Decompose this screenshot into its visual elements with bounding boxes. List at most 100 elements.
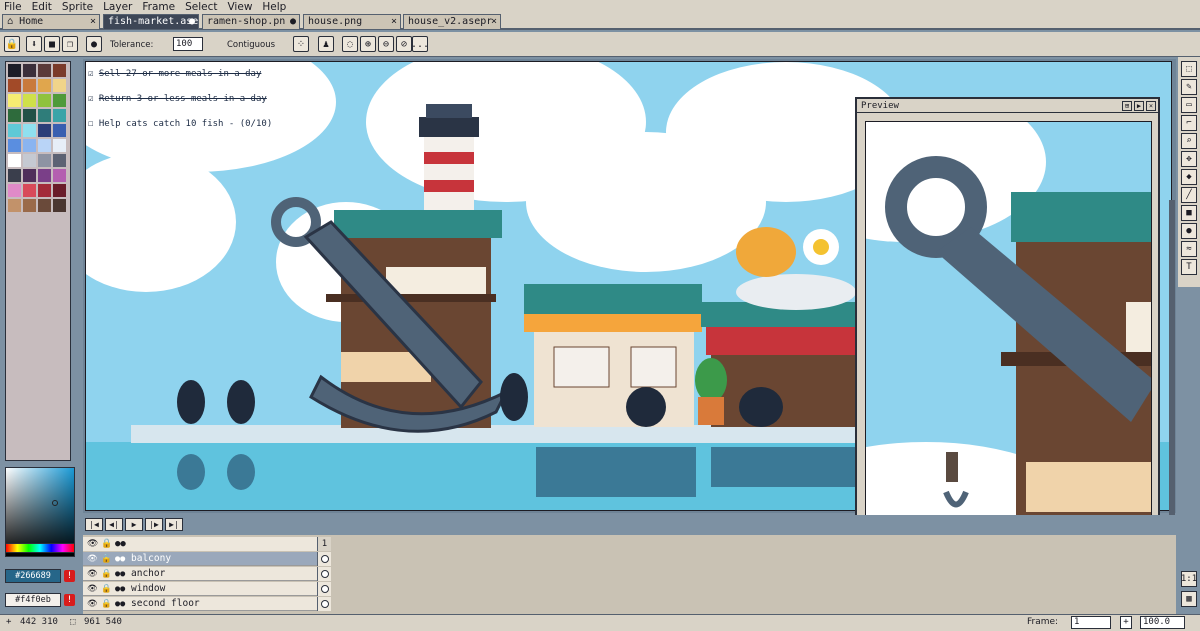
menu-sprite[interactable]: Sprite xyxy=(62,1,93,13)
zoom-icon[interactable]: ⌕ xyxy=(1181,133,1197,149)
lock-icon[interactable]: 🔒 xyxy=(101,567,112,581)
layer-row[interactable]: 👁 🔒 ●● second floor xyxy=(83,597,331,611)
palette-swatch[interactable] xyxy=(53,109,66,122)
next-frame-button[interactable]: |▶ xyxy=(145,518,163,531)
palette-swatch[interactable] xyxy=(53,154,66,167)
tab-house[interactable]: house.png × xyxy=(303,14,401,29)
continuous-icon[interactable]: ●● xyxy=(115,597,125,611)
palette-swatch[interactable] xyxy=(8,79,21,92)
tab-house-v2[interactable]: house_v2.asepr × xyxy=(403,14,501,29)
select-intersect-icon[interactable]: ⊘ xyxy=(396,36,412,52)
preview-center-icon[interactable]: ⊞ xyxy=(1122,101,1132,111)
modified-dot-icon[interactable]: ● xyxy=(290,15,296,28)
palette-swatch[interactable] xyxy=(8,139,21,152)
menu-file[interactable]: File xyxy=(4,1,22,13)
layer-row[interactable]: 👁 🔒 ●● balcony xyxy=(83,552,331,566)
menu-edit[interactable]: Edit xyxy=(32,1,52,13)
cel[interactable] xyxy=(317,567,331,581)
foreground-color-button[interactable]: #266689 xyxy=(5,569,61,583)
palette-swatch[interactable] xyxy=(38,64,51,77)
prev-frame-button[interactable]: ◀| xyxy=(105,518,123,531)
film-icon[interactable]: ▦ xyxy=(1181,591,1197,607)
palette-swatch[interactable] xyxy=(53,199,66,212)
line-icon[interactable]: ╱ xyxy=(1181,187,1197,203)
first-frame-button[interactable]: |◀ xyxy=(85,518,103,531)
lock-icon[interactable]: 🔒 xyxy=(4,36,20,52)
lock-icon[interactable]: 🔒 xyxy=(101,552,112,566)
tab-ramen-shop[interactable]: ramen-shop.pn ● xyxy=(202,14,300,29)
palette-swatch[interactable] xyxy=(53,94,66,107)
zoom-1-1-button[interactable]: 1:1 xyxy=(1181,571,1197,587)
eye-icon[interactable]: 👁 xyxy=(87,597,98,611)
warning-icon[interactable]: ! xyxy=(64,594,75,606)
close-icon[interactable]: × xyxy=(491,15,497,28)
palette-swatch[interactable] xyxy=(8,64,21,77)
palette-swatch[interactable] xyxy=(23,139,36,152)
fill-icon[interactable]: ◆ xyxy=(1181,169,1197,185)
palette-swatch[interactable] xyxy=(53,184,66,197)
text-icon[interactable]: T xyxy=(1181,259,1197,275)
palette-swatch[interactable] xyxy=(53,79,66,92)
palette-swatch[interactable] xyxy=(23,79,36,92)
select-add-icon[interactable]: ⊕ xyxy=(360,36,376,52)
eyedropper-icon[interactable]: ⌐ xyxy=(1181,115,1197,131)
stop-icon[interactable]: ■ xyxy=(44,36,60,52)
menu-layer[interactable]: Layer xyxy=(103,1,132,13)
play-button[interactable]: ▶ xyxy=(125,518,143,531)
continuous-icon[interactable]: ●● xyxy=(115,567,125,581)
zoom-input[interactable]: 100.0 xyxy=(1140,616,1185,629)
warning-icon[interactable]: ! xyxy=(64,570,75,582)
ellipse-icon[interactable]: ● xyxy=(1181,223,1197,239)
palette-swatch[interactable] xyxy=(38,79,51,92)
palette-swatch[interactable] xyxy=(23,199,36,212)
layer-row[interactable]: 👁 🔒 ●● anchor xyxy=(83,567,331,581)
pixel-perfect-icon[interactable]: ⁘ xyxy=(293,36,309,52)
tolerance-input[interactable]: 100 xyxy=(173,37,203,51)
palette-swatch[interactable] xyxy=(53,64,66,77)
menu-frame[interactable]: Frame xyxy=(142,1,175,13)
menu-view[interactable]: View xyxy=(227,1,252,13)
eraser-icon[interactable]: ▭ xyxy=(1181,97,1197,113)
tab-home[interactable]: ⌂ Home × xyxy=(2,14,100,29)
palette-swatch[interactable] xyxy=(23,124,36,137)
palette-swatch[interactable] xyxy=(38,184,51,197)
palette-swatch[interactable] xyxy=(23,169,36,182)
rectangle-icon[interactable]: ■ xyxy=(1181,205,1197,221)
palette-swatch[interactable] xyxy=(23,184,36,197)
download-icon[interactable]: ⬇ xyxy=(26,36,42,52)
palette-swatch[interactable] xyxy=(23,94,36,107)
eye-icon[interactable]: 👁 xyxy=(87,552,98,566)
hue-slider[interactable] xyxy=(5,543,75,553)
palette-swatch[interactable] xyxy=(53,169,66,182)
continuous-icon[interactable]: ●● xyxy=(115,537,126,551)
continuous-icon[interactable]: ●● xyxy=(115,582,125,596)
eye-icon[interactable]: 👁 xyxy=(87,567,98,581)
palette-swatch[interactable] xyxy=(8,124,21,137)
menu-help[interactable]: Help xyxy=(262,1,286,13)
modified-dot-icon[interactable]: ● xyxy=(189,15,195,28)
blur-icon[interactable]: ≈ xyxy=(1181,241,1197,257)
background-color-button[interactable]: #f4f0eb xyxy=(5,593,61,607)
menu-select[interactable]: Select xyxy=(185,1,217,13)
preview-window[interactable]: Preview ⊞ ▶ × xyxy=(855,97,1160,564)
eye-icon[interactable]: 👁 xyxy=(87,582,98,596)
close-icon[interactable]: × xyxy=(90,15,96,28)
palette-swatch[interactable] xyxy=(38,109,51,122)
continuous-icon[interactable]: ●● xyxy=(115,552,125,566)
frame-input[interactable]: 1 xyxy=(1071,616,1111,629)
lock-icon[interactable]: 🔒 xyxy=(101,582,112,596)
palette-swatch[interactable] xyxy=(8,109,21,122)
palette-swatch[interactable] xyxy=(53,139,66,152)
pencil-icon[interactable]: ✎ xyxy=(1181,79,1197,95)
select-subtract-icon[interactable]: ⊖ xyxy=(378,36,394,52)
lock-icon[interactable]: 🔒 xyxy=(101,537,112,551)
add-frame-button[interactable]: + xyxy=(1120,616,1132,629)
stamp-icon[interactable]: ♟ xyxy=(318,36,334,52)
frame-header[interactable]: 1 xyxy=(317,537,331,551)
close-icon[interactable]: × xyxy=(391,15,397,28)
palette-swatch[interactable] xyxy=(38,124,51,137)
copy-icon[interactable]: ❐ xyxy=(62,36,78,52)
cel[interactable] xyxy=(317,582,331,596)
select-replace-icon[interactable]: ◌ xyxy=(342,36,358,52)
brush-shape-circle-icon[interactable]: ● xyxy=(86,36,102,52)
